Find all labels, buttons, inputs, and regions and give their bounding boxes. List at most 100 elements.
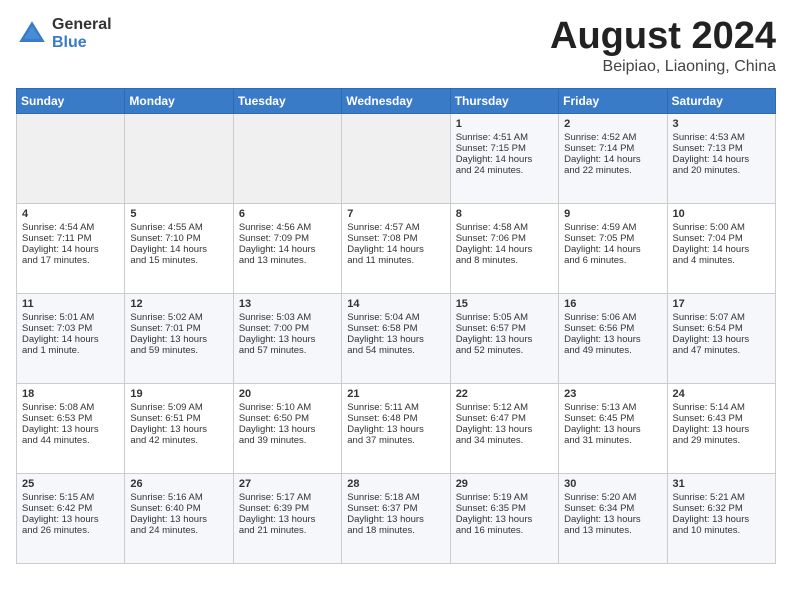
calendar-cell: 22Sunrise: 5:12 AMSunset: 6:47 PMDayligh…	[450, 383, 558, 473]
cell-info-line: Daylight: 13 hours	[456, 424, 553, 435]
cell-info-line: Sunset: 6:48 PM	[347, 413, 444, 424]
day-number: 18	[22, 388, 119, 400]
calendar-cell: 18 Sunrise: 5:08 AMSunset: 6:53 PMDayligh…	[17, 383, 125, 473]
calendar-week-row: 1Sunrise: 4:51 AMSunset: 7:15 PMDaylight…	[17, 113, 776, 203]
day-number: 15	[456, 298, 553, 310]
calendar-cell	[125, 113, 233, 203]
cell-info-line: Sunrise: 4:54 AM	[22, 222, 119, 233]
cell-info-line: Daylight: 13 hours	[22, 514, 119, 525]
cell-info-line: Sunset: 6:37 PM	[347, 503, 444, 514]
cell-info-line: Sunrise: 5:17 AM	[239, 492, 336, 503]
cell-info-line: Sunrise: 5:19 AM	[456, 492, 553, 503]
calendar-cell: 26Sunrise: 5:16 AMSunset: 6:40 PMDayligh…	[125, 473, 233, 563]
calendar-cell: 12Sunrise: 5:02 AMSunset: 7:01 PMDayligh…	[125, 293, 233, 383]
day-number: 27	[239, 478, 336, 490]
cell-info-line: Sunrise: 5:03 AM	[239, 312, 336, 323]
calendar-cell: 7Sunrise: 4:57 AMSunset: 7:08 PMDaylight…	[342, 203, 450, 293]
weekday-header-row: SundayMondayTuesdayWednesdayThursdayFrid…	[17, 88, 776, 113]
cell-info-line: Sunset: 6:39 PM	[239, 503, 336, 514]
cell-info-line: Daylight: 13 hours	[22, 424, 119, 435]
cell-info-line: Daylight: 14 hours	[22, 244, 119, 255]
cell-info-line: Daylight: 13 hours	[239, 424, 336, 435]
day-number: 25	[22, 478, 119, 490]
cell-info-line: and 59 minutes.	[130, 345, 227, 356]
calendar-cell: 28Sunrise: 5:18 AMSunset: 6:37 PMDayligh…	[342, 473, 450, 563]
cell-info-line: and 11 minutes.	[347, 255, 444, 266]
day-number: 1	[456, 118, 553, 130]
cell-info-line: Sunset: 6:57 PM	[456, 323, 553, 334]
day-number: 7	[347, 208, 444, 220]
cell-info-line: Sunrise: 5:07 AM	[673, 312, 770, 323]
day-number: 19	[130, 388, 227, 400]
cell-info-line: Sunset: 6:53 PM	[22, 413, 119, 424]
calendar-cell: 23Sunrise: 5:13 AMSunset: 6:45 PMDayligh…	[559, 383, 667, 473]
cell-info-line: Daylight: 14 hours	[130, 244, 227, 255]
cell-info-line: Sunrise: 4:52 AM	[564, 132, 661, 143]
calendar-cell: 3Sunrise: 4:53 AMSunset: 7:13 PMDaylight…	[667, 113, 775, 203]
cell-info-line: Sunset: 6:42 PM	[22, 503, 119, 514]
calendar-cell: 25Sunrise: 5:15 AMSunset: 6:42 PMDayligh…	[17, 473, 125, 563]
calendar-cell: 13Sunrise: 5:03 AMSunset: 7:00 PMDayligh…	[233, 293, 341, 383]
cell-info-line: Sunset: 6:47 PM	[456, 413, 553, 424]
cell-info-line: Daylight: 13 hours	[564, 514, 661, 525]
cell-info-line: and 16 minutes.	[456, 525, 553, 536]
cell-info-line: Sunset: 6:50 PM	[239, 413, 336, 424]
cell-info-line: Daylight: 13 hours	[347, 424, 444, 435]
cell-info-line: Daylight: 13 hours	[347, 514, 444, 525]
cell-info-line: Sunset: 6:51 PM	[130, 413, 227, 424]
cell-info-line: and 49 minutes.	[564, 345, 661, 356]
day-number: 21	[347, 388, 444, 400]
cell-info-line: Daylight: 13 hours	[564, 334, 661, 345]
cell-info-line: Sunrise: 5:21 AM	[673, 492, 770, 503]
cell-info-line: Sunrise: 5:08 AM	[22, 402, 119, 413]
calendar-cell	[233, 113, 341, 203]
cell-info-line: Sunrise: 5:20 AM	[564, 492, 661, 503]
day-number: 30	[564, 478, 661, 490]
weekday-header: Saturday	[667, 88, 775, 113]
cell-info-line: and 10 minutes.	[673, 525, 770, 536]
cell-info-line: Daylight: 13 hours	[239, 514, 336, 525]
cell-info-line: and 24 minutes.	[456, 165, 553, 176]
day-number: 9	[564, 208, 661, 220]
calendar-cell: 15Sunrise: 5:05 AMSunset: 6:57 PMDayligh…	[450, 293, 558, 383]
calendar-cell: 5Sunrise: 4:55 AMSunset: 7:10 PMDaylight…	[125, 203, 233, 293]
cell-info-line: and 8 minutes.	[456, 255, 553, 266]
calendar-cell: 17Sunrise: 5:07 AMSunset: 6:54 PMDayligh…	[667, 293, 775, 383]
cell-info-line: Daylight: 14 hours	[239, 244, 336, 255]
cell-info-line: Daylight: 13 hours	[130, 514, 227, 525]
cell-info-line: Sunrise: 4:57 AM	[347, 222, 444, 233]
cell-info-line: Sunrise: 5:05 AM	[456, 312, 553, 323]
cell-info-line: Daylight: 14 hours	[564, 244, 661, 255]
calendar-cell: 29Sunrise: 5:19 AMSunset: 6:35 PMDayligh…	[450, 473, 558, 563]
cell-info-line: and 54 minutes.	[347, 345, 444, 356]
cell-info-line: and 20 minutes.	[673, 165, 770, 176]
location: Beipiao, Liaoning, China	[550, 58, 776, 76]
cell-info-line: Sunset: 6:56 PM	[564, 323, 661, 334]
title-block: August 2024 Beipiao, Liaoning, China	[550, 16, 776, 76]
calendar-week-row: 11Sunrise: 5:01 AMSunset: 7:03 PMDayligh…	[17, 293, 776, 383]
day-number: 14	[347, 298, 444, 310]
cell-info-line: Sunset: 6:35 PM	[456, 503, 553, 514]
cell-info-line: Daylight: 13 hours	[347, 334, 444, 345]
cell-info-line: Sunrise: 5:11 AM	[347, 402, 444, 413]
cell-info-line: Daylight: 13 hours	[130, 334, 227, 345]
month-title: August 2024	[550, 16, 776, 58]
cell-info-line: Daylight: 14 hours	[456, 154, 553, 165]
day-number: 20	[239, 388, 336, 400]
cell-info-line: and 15 minutes.	[130, 255, 227, 266]
logo-text: General Blue	[52, 16, 112, 51]
day-number: 6	[239, 208, 336, 220]
calendar-cell: 21 Sunrise: 5:11 AMSunset: 6:48 PMDayligh…	[342, 383, 450, 473]
calendar-cell: 8Sunrise: 4:58 AMSunset: 7:06 PMDaylight…	[450, 203, 558, 293]
cell-info-line: Sunset: 7:00 PM	[239, 323, 336, 334]
day-number: 28	[347, 478, 444, 490]
calendar-week-row: 4Sunrise: 4:54 AMSunset: 7:11 PMDaylight…	[17, 203, 776, 293]
header: General Blue August 2024 Beipiao, Liaoni…	[16, 16, 776, 76]
cell-info-line: Daylight: 13 hours	[673, 334, 770, 345]
cell-info-line: Sunrise: 4:51 AM	[456, 132, 553, 143]
cell-info-line: Daylight: 14 hours	[564, 154, 661, 165]
cell-info-line: and 13 minutes.	[239, 255, 336, 266]
cell-info-line: Sunrise: 5:02 AM	[130, 312, 227, 323]
cell-info-line: and 18 minutes.	[347, 525, 444, 536]
calendar-cell: 16Sunrise: 5:06 AMSunset: 6:56 PMDayligh…	[559, 293, 667, 383]
